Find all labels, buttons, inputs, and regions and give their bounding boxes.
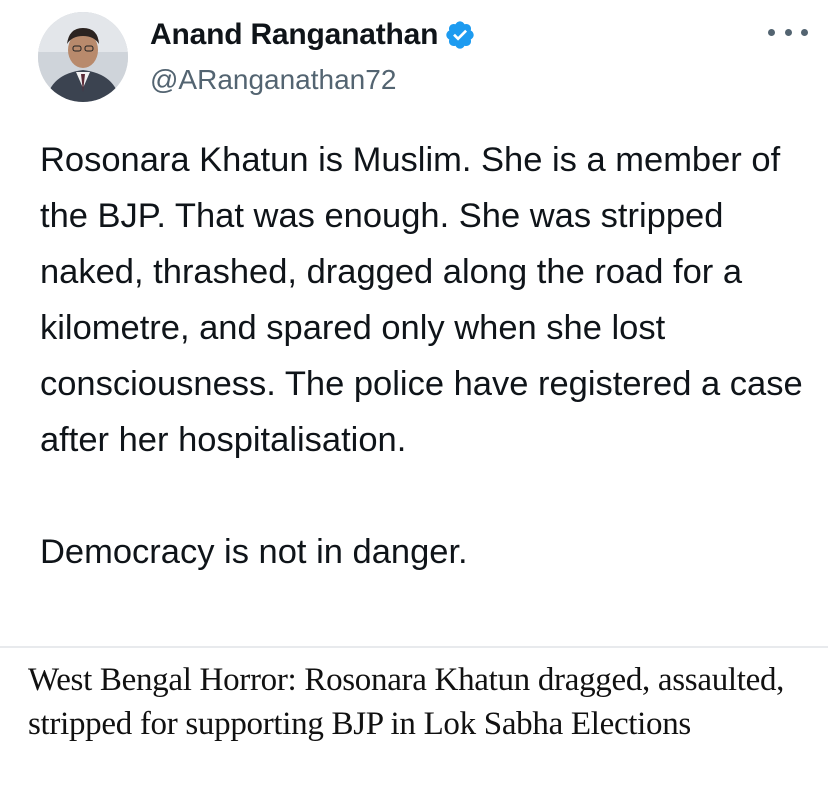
tweet-body: Rosonara Khatun is Muslim. She is a memb… <box>40 132 810 580</box>
article-headline: West Bengal Horror: Rosonara Khatun drag… <box>28 662 785 742</box>
avatar-photo-icon <box>38 12 128 102</box>
author-name-row[interactable]: Anand Ranganathan <box>150 16 476 54</box>
more-dot <box>784 28 792 36</box>
author-name[interactable]: Anand Ranganathan <box>150 16 438 54</box>
tweet-paragraph: Democracy is not in danger. <box>40 533 468 571</box>
screenshot-root: Anand Ranganathan @ARanganathan72 Rosona… <box>0 0 828 811</box>
tweet-paragraph: Rosonara Khatun is Muslim. She is a memb… <box>40 141 803 459</box>
avatar[interactable] <box>38 12 128 102</box>
divider <box>0 646 828 648</box>
tweet-header: Anand Ranganathan @ARanganathan72 <box>38 12 808 112</box>
more-options-icon[interactable] <box>768 22 808 42</box>
more-dot <box>768 28 775 36</box>
more-dot <box>801 28 808 36</box>
author-handle[interactable]: @ARanganathan72 <box>150 62 396 98</box>
verified-check-icon <box>444 19 476 51</box>
